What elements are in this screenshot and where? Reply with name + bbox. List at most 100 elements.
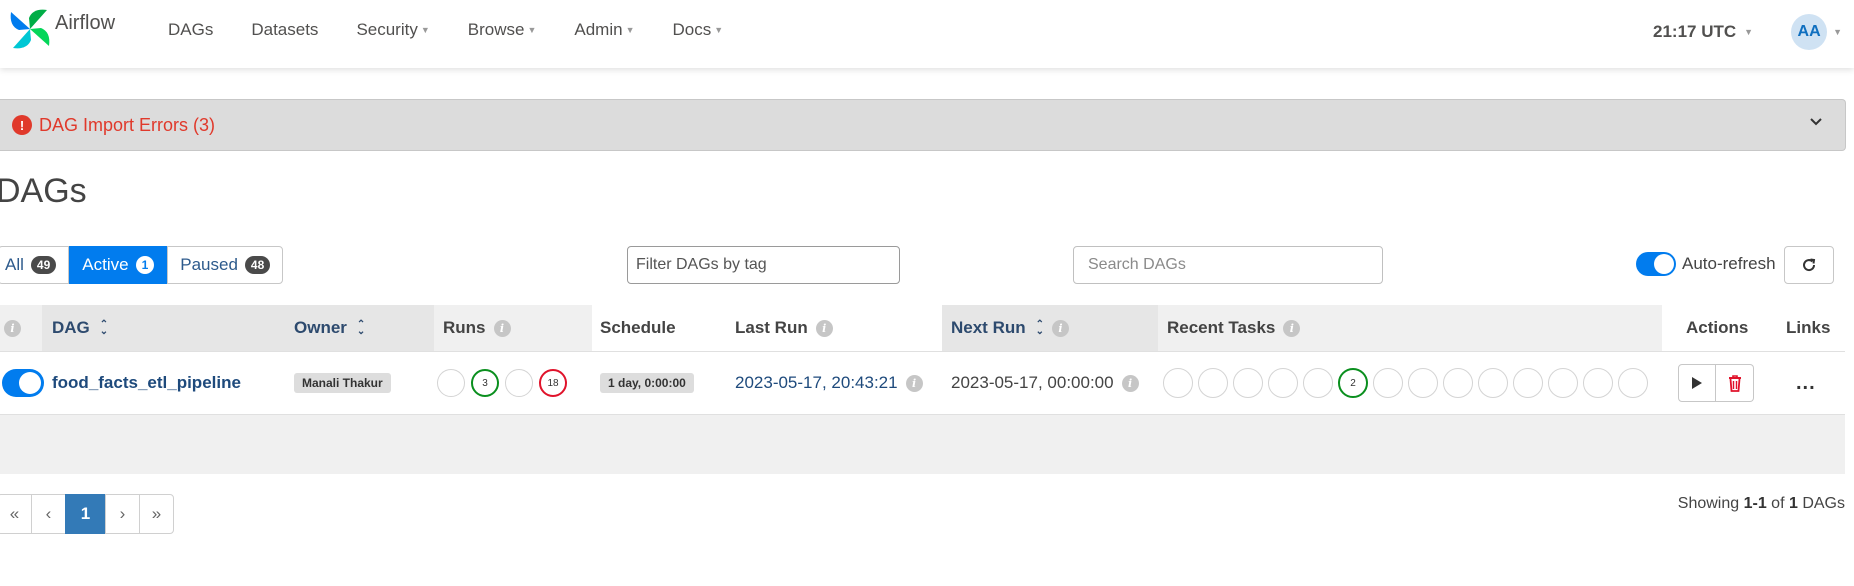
info-icon[interactable]: i [1052, 319, 1070, 337]
pagination: « ‹ 1 › » [0, 494, 174, 534]
page-title: DAGs [0, 172, 87, 210]
recent-task-state-circle[interactable] [1163, 368, 1193, 398]
recent-task-state-circle[interactable] [1548, 368, 1578, 398]
sort-icon: ⌃ ⌄ [1035, 319, 1045, 337]
header-recent-tasks: Recent Tasks i [1158, 305, 1662, 351]
clock-dropdown[interactable]: 21:17 UTC ▼ [1653, 22, 1753, 42]
header-label: Schedule [600, 318, 676, 337]
page-current-button[interactable]: 1 [65, 494, 106, 534]
recent-task-state-circle[interactable] [1198, 368, 1228, 398]
trash-icon [1728, 375, 1741, 392]
import-errors-banner[interactable]: ! DAG Import Errors (3) [0, 99, 1846, 151]
recent-task-state-circle[interactable] [1268, 368, 1298, 398]
page-last-button[interactable]: » [139, 494, 174, 534]
header-links: Links [1772, 305, 1845, 351]
delete-dag-button[interactable] [1716, 364, 1754, 402]
dag-pause-toggle-cell [2, 352, 44, 414]
header-label: Actions [1686, 318, 1749, 337]
tab-label: Active [82, 255, 129, 274]
owner-cell: Manali Thakur [294, 352, 391, 414]
recent-task-state-circle[interactable]: 2 [1338, 368, 1368, 398]
airflow-logo-icon [10, 9, 50, 49]
runs-cell: 3 18 [437, 352, 573, 414]
recent-task-state-circle[interactable] [1233, 368, 1263, 398]
chevron-down-icon[interactable] [1809, 114, 1823, 130]
table-header: i DAG ⌃ ⌄ Owner ⌃ ⌄ Runs i Schedule Last R… [0, 305, 1845, 351]
showing-suffix: DAGs [1802, 495, 1845, 512]
tab-paused[interactable]: Paused 48 [167, 246, 284, 284]
showing-count: Showing 1-1 of 1 DAGs [1678, 495, 1845, 513]
header-next-run[interactable]: Next Run ⌃ ⌄ i [942, 305, 1158, 351]
header-actions: Actions [1662, 305, 1772, 351]
next-run-text: 2023-05-17, 00:00:00 [951, 373, 1114, 392]
caret-down-icon: ▼ [527, 25, 537, 35]
schedule-badge[interactable]: 1 day, 0:00:00 [600, 373, 694, 393]
recent-task-state-circle[interactable] [1583, 368, 1613, 398]
actions-cell [1678, 352, 1754, 414]
nav-item-admin[interactable]: Admin ▼ [574, 20, 634, 40]
nav-item-browse[interactable]: Browse ▼ [468, 20, 537, 40]
run-state-running[interactable] [505, 369, 533, 397]
last-run-link[interactable]: 2023-05-17, 20:43:21 [735, 373, 898, 393]
recent-task-state-circle[interactable] [1478, 368, 1508, 398]
tag-filter-input[interactable] [627, 246, 900, 284]
count-badge: 49 [30, 256, 57, 274]
header-dag[interactable]: DAG ⌃ ⌄ [42, 305, 286, 351]
header-label: DAG [52, 318, 90, 337]
refresh-button[interactable] [1784, 246, 1834, 284]
caret-down-icon: ▼ [1744, 27, 1754, 37]
auto-refresh-label: Auto-refresh [1682, 254, 1776, 273]
info-icon[interactable]: i [493, 319, 511, 337]
dag-id-link[interactable]: food_facts_etl_pipeline [52, 373, 241, 393]
tab-all[interactable]: All 49 [0, 246, 70, 284]
recent-task-state-circle[interactable] [1373, 368, 1403, 398]
header-runs: Runs i [434, 305, 592, 351]
tab-label: Paused [180, 255, 238, 274]
count-badge: 1 [135, 256, 155, 274]
header-label: Owner [294, 318, 347, 337]
run-state-success[interactable]: 3 [471, 369, 499, 397]
page-prev-button[interactable]: ‹ [31, 494, 66, 534]
links-menu-button[interactable]: ... [1796, 372, 1816, 395]
info-icon[interactable]: i [4, 319, 21, 337]
dags-table: i DAG ⌃ ⌄ Owner ⌃ ⌄ Runs i Schedule Last R… [0, 305, 1845, 474]
tab-active[interactable]: Active 1 [69, 246, 168, 284]
info-icon[interactable]: i [1121, 374, 1139, 392]
page-first-button[interactable]: « [0, 494, 32, 534]
caret-down-icon[interactable]: ▼ [1833, 27, 1842, 37]
run-state-failed[interactable]: 18 [539, 369, 567, 397]
header-schedule: Schedule [592, 305, 726, 351]
import-errors-label: DAG Import Errors (3) [39, 114, 216, 135]
run-state-queued[interactable] [437, 369, 465, 397]
recent-task-state-circle[interactable] [1443, 368, 1473, 398]
nav-item-dags[interactable]: DAGs [168, 20, 213, 40]
auto-refresh: Auto-refresh [1636, 252, 1776, 276]
recent-task-state-circle[interactable] [1408, 368, 1438, 398]
info-icon[interactable]: i [1283, 319, 1301, 337]
nav-item-datasets[interactable]: Datasets [251, 20, 318, 40]
brand-link[interactable]: Airflow [7, 7, 115, 51]
nav-right: 21:17 UTC ▼ AA ▼ [1653, 14, 1854, 50]
auto-refresh-toggle[interactable] [1636, 252, 1676, 276]
table-row: food_facts_etl_pipeline Manali Thakur 3 … [0, 351, 1845, 415]
nav-item-security[interactable]: Security ▼ [356, 20, 429, 40]
schedule-cell: 1 day, 0:00:00 [600, 352, 694, 414]
recent-task-state-circle[interactable] [1303, 368, 1333, 398]
clock-text: 21:17 UTC [1653, 22, 1737, 41]
trigger-dag-button[interactable] [1678, 364, 1716, 402]
recent-task-state-circle[interactable] [1513, 368, 1543, 398]
header-owner[interactable]: Owner ⌃ ⌄ [286, 305, 434, 351]
nav-label: Admin [574, 20, 623, 39]
nav-item-docs[interactable]: Docs ▼ [673, 20, 724, 40]
page-next-button[interactable]: › [105, 494, 140, 534]
owner-badge[interactable]: Manali Thakur [294, 373, 391, 393]
search-dags-input[interactable] [1073, 246, 1383, 284]
nav-label: Docs [672, 20, 712, 39]
info-icon[interactable]: i [905, 374, 923, 392]
user-avatar[interactable]: AA [1791, 14, 1828, 50]
info-icon[interactable]: i [815, 319, 833, 337]
navbar: Airflow DAGs Datasets Security ▼ Browse ▼ … [0, 0, 1854, 68]
dag-pause-toggle[interactable] [2, 369, 44, 397]
recent-task-state-circle[interactable] [1618, 368, 1648, 398]
nav-menu: DAGs Datasets Security ▼ Browse ▼ Admin ▼ D… [168, 20, 761, 40]
